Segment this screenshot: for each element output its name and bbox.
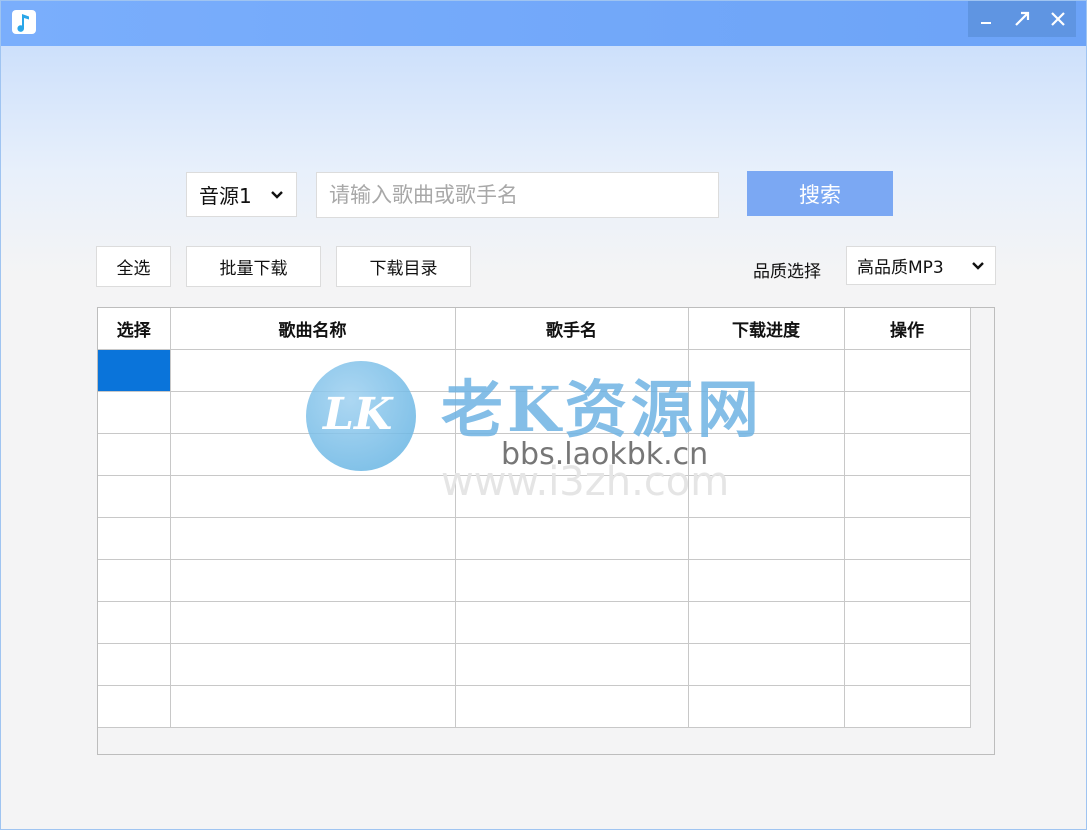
select-all-button[interactable]: 全选 <box>96 246 171 287</box>
cell-select[interactable] <box>98 559 171 602</box>
cell-song-name[interactable] <box>169 349 456 392</box>
cell-song-name[interactable] <box>169 433 456 476</box>
table-row[interactable] <box>98 601 971 644</box>
header-gradient <box>1 46 1086 276</box>
cell-actions[interactable] <box>843 559 971 602</box>
cell-artist[interactable] <box>454 475 689 518</box>
cell-song-name[interactable] <box>169 475 456 518</box>
cell-progress[interactable] <box>687 349 845 392</box>
cell-select[interactable] <box>98 349 171 392</box>
minimize-icon <box>981 22 991 24</box>
table-row[interactable] <box>98 685 971 728</box>
cell-select[interactable] <box>98 517 171 560</box>
cell-song-name[interactable] <box>169 685 456 728</box>
title-bar[interactable] <box>1 1 1086 46</box>
window-controls <box>968 1 1076 37</box>
cell-song-name[interactable] <box>169 601 456 644</box>
cell-select[interactable] <box>98 685 171 728</box>
maximize-button[interactable] <box>1004 1 1040 37</box>
cell-artist[interactable] <box>454 685 689 728</box>
app-window: 音源1 搜索 全选 批量下载 下载目录 品质选择 高品质MP3 选择 歌曲名称 … <box>0 0 1087 830</box>
table-row[interactable] <box>98 433 971 476</box>
cell-select[interactable] <box>98 391 171 434</box>
cell-actions[interactable] <box>843 643 971 686</box>
cell-actions[interactable] <box>843 391 971 434</box>
header-song-name[interactable]: 歌曲名称 <box>169 308 456 350</box>
table-row[interactable] <box>98 643 971 686</box>
cell-progress[interactable] <box>687 433 845 476</box>
table-header-row: 选择 歌曲名称 歌手名 下载进度 操作 <box>98 308 971 350</box>
cell-artist[interactable] <box>454 391 689 434</box>
cell-select[interactable] <box>98 601 171 644</box>
cell-select[interactable] <box>98 643 171 686</box>
table-row[interactable] <box>98 391 971 434</box>
cell-select[interactable] <box>98 475 171 518</box>
minimize-button[interactable] <box>968 1 1004 37</box>
cell-song-name[interactable] <box>169 559 456 602</box>
cell-actions[interactable] <box>843 475 971 518</box>
cell-artist[interactable] <box>454 349 689 392</box>
cell-actions[interactable] <box>843 433 971 476</box>
cell-progress[interactable] <box>687 475 845 518</box>
cell-song-name[interactable] <box>169 517 456 560</box>
header-artist[interactable]: 歌手名 <box>454 308 689 350</box>
cell-progress[interactable] <box>687 517 845 560</box>
cell-artist[interactable] <box>454 601 689 644</box>
table-row[interactable] <box>98 559 971 602</box>
music-note-icon <box>12 10 36 34</box>
quality-select[interactable]: 高品质MP3 <box>846 246 996 285</box>
cell-artist[interactable] <box>454 643 689 686</box>
cell-select[interactable] <box>98 433 171 476</box>
batch-download-button[interactable]: 批量下载 <box>186 246 321 287</box>
download-directory-button[interactable]: 下载目录 <box>336 246 471 287</box>
song-grid: 选择 歌曲名称 歌手名 下载进度 操作 <box>98 308 971 728</box>
table-row[interactable] <box>98 475 971 518</box>
cell-progress[interactable] <box>687 601 845 644</box>
cell-song-name[interactable] <box>169 643 456 686</box>
quality-value: 高品质MP3 <box>857 258 944 278</box>
cell-artist[interactable] <box>454 559 689 602</box>
chevron-down-icon <box>268 190 286 200</box>
cell-song-name[interactable] <box>169 391 456 434</box>
header-download-progress[interactable]: 下载进度 <box>687 308 845 350</box>
close-button[interactable] <box>1040 1 1076 37</box>
quality-label: 品质选择 <box>753 262 821 282</box>
song-table[interactable]: 选择 歌曲名称 歌手名 下载进度 操作 <box>97 307 995 755</box>
cell-progress[interactable] <box>687 559 845 602</box>
table-row[interactable] <box>98 517 971 560</box>
cell-actions[interactable] <box>843 685 971 728</box>
cell-actions[interactable] <box>843 517 971 560</box>
header-actions[interactable]: 操作 <box>843 308 971 350</box>
close-icon <box>1051 12 1065 26</box>
audio-source-value: 音源1 <box>199 184 252 208</box>
cell-progress[interactable] <box>687 685 845 728</box>
maximize-icon <box>1015 11 1030 26</box>
table-row[interactable] <box>98 349 971 392</box>
search-input[interactable] <box>316 172 719 218</box>
cell-artist[interactable] <box>454 517 689 560</box>
cell-artist[interactable] <box>454 433 689 476</box>
cell-actions[interactable] <box>843 601 971 644</box>
header-select[interactable]: 选择 <box>98 308 171 350</box>
chevron-down-icon <box>969 261 987 271</box>
search-button[interactable]: 搜索 <box>747 171 893 216</box>
cell-progress[interactable] <box>687 643 845 686</box>
cell-actions[interactable] <box>843 349 971 392</box>
audio-source-select[interactable]: 音源1 <box>186 172 297 217</box>
cell-progress[interactable] <box>687 391 845 434</box>
